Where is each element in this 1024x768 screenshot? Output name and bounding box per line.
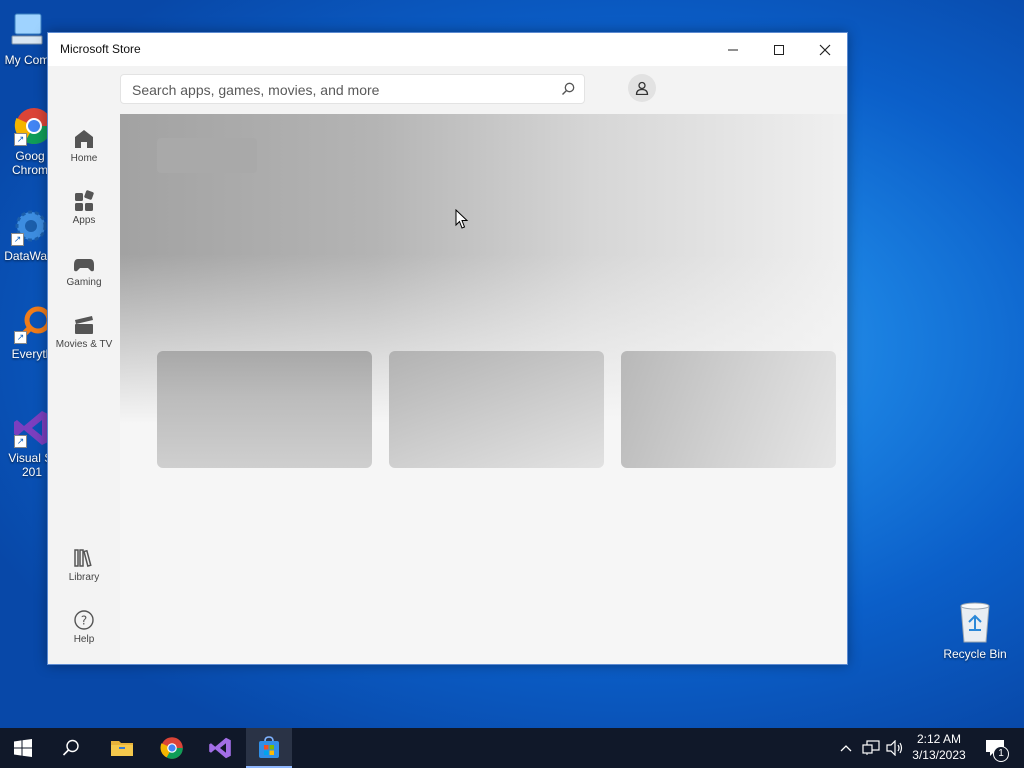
clock-time: 2:12 AM — [916, 732, 962, 746]
maximize-button[interactable] — [756, 33, 802, 66]
featured-card-placeholder[interactable] — [621, 351, 836, 468]
taskbar-visual-studio[interactable] — [197, 728, 243, 768]
nav-item-label: Gaming — [66, 277, 102, 288]
nav-item-label: Home — [70, 153, 98, 164]
visual-studio-icon — [209, 737, 231, 759]
everything-search-icon: ↗ — [12, 304, 52, 344]
notification-count-badge: 1 — [993, 746, 1009, 762]
taskbar-file-explorer[interactable] — [99, 728, 145, 768]
visual-studio-icon: ↗ — [12, 408, 52, 448]
clapperboard-icon — [48, 310, 120, 336]
home-icon — [48, 124, 120, 150]
chrome-icon — [160, 737, 183, 759]
taskbar-chrome[interactable] — [149, 728, 195, 768]
chevron-up-icon — [840, 745, 852, 752]
shortcut-arrow-icon: ↗ — [14, 331, 27, 344]
window-title: Microsoft Store — [60, 42, 141, 56]
gamepad-icon — [48, 248, 120, 274]
taskbar-microsoft-store[interactable] — [246, 728, 292, 768]
clock-date: 3/13/2023 — [912, 748, 966, 762]
close-button[interactable] — [802, 33, 848, 66]
desktop-icon-recycle-bin[interactable]: Recycle Bin — [938, 600, 1012, 661]
taskbar: 2:12 AM 3/13/2023 1 — [0, 728, 1024, 768]
computer-icon — [7, 10, 47, 50]
featured-card-placeholder[interactable] — [157, 351, 372, 468]
search-icon — [62, 739, 79, 756]
nav-item-movies-tv[interactable]: Movies & TV — [48, 310, 120, 362]
tray-overflow-button[interactable] — [836, 728, 856, 768]
nav-item-library[interactable]: Library — [48, 543, 120, 595]
shortcut-arrow-icon: ↗ — [14, 133, 27, 146]
action-center-button[interactable]: 1 — [980, 728, 1010, 768]
top-bar — [120, 66, 847, 114]
desktop-icon-label: Recycle Bin — [943, 647, 1007, 661]
help-icon: ? — [48, 605, 120, 631]
store-content — [120, 114, 847, 664]
nav-item-label: Apps — [72, 215, 96, 226]
user-icon — [635, 81, 649, 95]
search-box[interactable] — [120, 74, 585, 104]
nav-item-apps[interactable]: Apps — [48, 186, 120, 238]
nav-item-label: Library — [68, 572, 100, 583]
maximize-icon — [774, 44, 784, 55]
start-icon — [14, 739, 32, 757]
taskbar-search-button[interactable] — [48, 728, 94, 768]
nav-item-label: Help — [73, 634, 95, 645]
hero-title-placeholder — [157, 138, 257, 173]
nav-item-help[interactable]: ? Help — [48, 605, 120, 657]
account-button[interactable] — [628, 74, 656, 102]
featured-card-placeholder[interactable] — [389, 351, 604, 468]
network-icon — [862, 740, 880, 755]
apps-icon — [48, 186, 120, 212]
shortcut-arrow-icon: ↗ — [11, 233, 24, 246]
close-icon — [819, 44, 831, 55]
nav-item-label: Movies & TV — [55, 339, 113, 350]
shortcut-arrow-icon: ↗ — [14, 435, 27, 448]
sidebar-nav: Home Apps Gaming Movies & TV Library ? H… — [48, 66, 120, 664]
datawagon-icon: ↗ — [9, 206, 49, 246]
recycle-bin-icon — [955, 600, 995, 644]
microsoft-store-icon — [259, 736, 279, 758]
mouse-cursor-icon — [455, 209, 469, 229]
svg-text:?: ? — [81, 614, 87, 628]
start-button[interactable] — [0, 728, 46, 768]
nav-item-gaming[interactable]: Gaming — [48, 248, 120, 300]
chrome-icon: ↗ — [12, 106, 53, 146]
nav-item-home[interactable]: Home — [48, 124, 120, 176]
search-input[interactable] — [130, 81, 554, 99]
minimize-icon — [728, 49, 738, 50]
library-icon — [48, 543, 120, 569]
microsoft-store-window: Microsoft Store Home Apps Gaming Movies … — [47, 32, 848, 665]
search-icon[interactable] — [561, 82, 575, 101]
network-status[interactable] — [860, 728, 882, 768]
file-explorer-icon — [111, 741, 133, 756]
minimize-button[interactable] — [710, 33, 756, 66]
title-bar[interactable]: Microsoft Store — [48, 33, 847, 66]
taskbar-clock[interactable]: 2:12 AM 3/13/2023 — [900, 731, 978, 763]
